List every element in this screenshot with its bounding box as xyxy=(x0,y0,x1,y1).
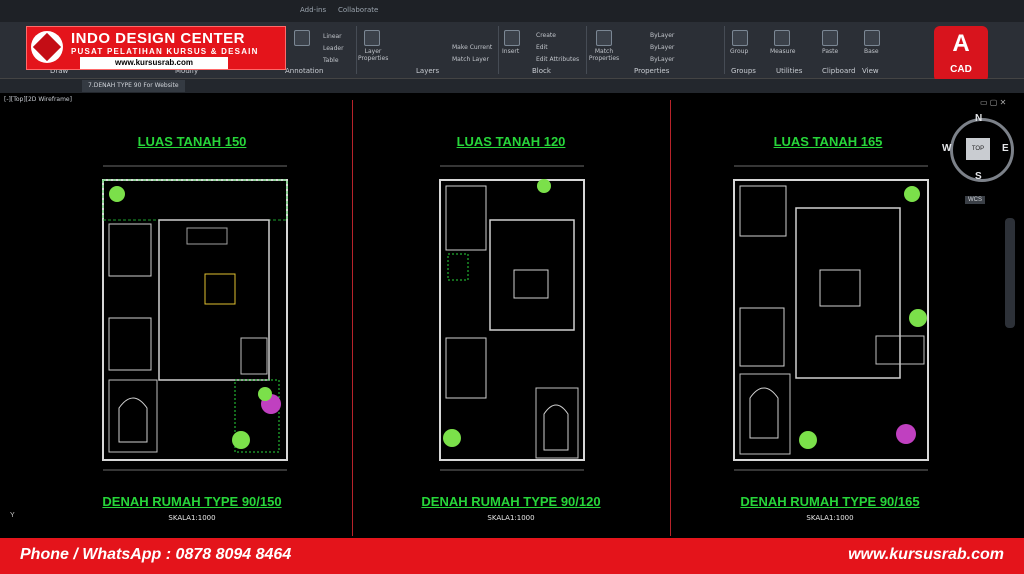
match-properties-icon[interactable] xyxy=(596,30,612,46)
base-icon[interactable] xyxy=(864,30,880,46)
ribbon-separator xyxy=(498,26,499,74)
edit-attributes-button[interactable]: Edit Attributes xyxy=(536,56,579,63)
group-button[interactable]: Group xyxy=(730,48,748,55)
lineweight-dropdown[interactable]: ByLayer xyxy=(650,56,674,63)
autocad-letter: A xyxy=(952,30,970,57)
brand-logo-mark xyxy=(32,32,62,62)
insert-block-icon[interactable] xyxy=(504,30,520,46)
ribbon-separator xyxy=(356,26,357,74)
sheet-divider xyxy=(670,100,671,536)
autocad-logo: A CAD xyxy=(934,26,988,82)
autocad-window: Add-ins Collaborate Linear Leader Table … xyxy=(0,0,1024,574)
linear-button[interactable]: Linear xyxy=(323,33,342,40)
floor-plan-drawing xyxy=(102,165,288,471)
insert-button[interactable]: Insert xyxy=(502,48,519,55)
phone-number: Phone / WhatsApp : 0878 8094 8464 xyxy=(20,546,292,563)
sheet-title: LUAS TANAH 150 xyxy=(137,134,247,149)
file-tab[interactable]: 7.DENAH TYPE 90 For Website xyxy=(82,80,185,92)
plan-name: DENAH RUMAH TYPE 90/150 xyxy=(102,494,282,509)
plan-name: DENAH RUMAH TYPE 90/120 xyxy=(421,494,601,509)
color-dropdown[interactable]: ByLayer xyxy=(650,32,674,39)
floor-plan-drawing xyxy=(439,165,585,471)
plan-scale: SKALA1:1000 xyxy=(806,514,854,522)
table-icon[interactable] xyxy=(294,30,310,46)
file-tab-bar: 7.DENAH TYPE 90 For Website xyxy=(0,79,1024,93)
viewport-controls[interactable]: [-][Top][2D Wireframe] xyxy=(4,96,72,103)
viewport-window-controls[interactable]: ▭ ▢ ✕ xyxy=(980,98,1006,107)
group-label-clipboard[interactable]: Clipboard xyxy=(822,67,855,75)
paste-button[interactable]: Paste xyxy=(822,48,838,55)
viewcube-south[interactable]: S xyxy=(975,171,982,182)
group-label-view[interactable]: View xyxy=(862,67,879,75)
ribbon-separator xyxy=(586,26,587,74)
edit-button[interactable]: Edit xyxy=(536,44,548,51)
wcs-menu[interactable]: WCS xyxy=(965,196,985,204)
brand-url: www.kursusrab.com xyxy=(80,57,228,69)
group-label-properties[interactable]: Properties xyxy=(634,67,669,75)
measure-icon[interactable] xyxy=(774,30,790,46)
group-icon[interactable] xyxy=(732,30,748,46)
ribbon-separator xyxy=(724,26,725,74)
sheet-divider xyxy=(352,100,353,536)
ucs-icon: Y xyxy=(10,512,15,519)
ribbon-tab[interactable]: Collaborate xyxy=(338,6,378,14)
brand-logo xyxy=(31,31,63,63)
sheet-title: LUAS TANAH 120 xyxy=(456,134,566,149)
leader-button[interactable]: Leader xyxy=(323,45,344,52)
layer-properties-icon[interactable] xyxy=(364,30,380,46)
navigation-bar[interactable] xyxy=(1005,218,1015,328)
paste-icon[interactable] xyxy=(822,30,838,46)
group-label-layers[interactable]: Layers xyxy=(416,67,439,75)
sheet-title: LUAS TANAH 165 xyxy=(773,134,883,149)
match-properties-button[interactable]: Match Properties xyxy=(588,48,620,62)
contact-footer: Phone / WhatsApp : 0878 8094 8464 www.ku… xyxy=(0,538,1024,574)
match-layer-button[interactable]: Match Layer xyxy=(452,56,489,63)
brand-title: INDO DESIGN CENTER xyxy=(71,30,246,47)
measure-button[interactable]: Measure xyxy=(770,48,796,55)
ribbon-tab-bar: Add-ins Collaborate xyxy=(0,0,1024,22)
table-button[interactable]: Table xyxy=(323,57,339,64)
group-label-block[interactable]: Block xyxy=(532,67,551,75)
ribbon-tab[interactable]: Add-ins xyxy=(300,6,326,14)
viewcube-east[interactable]: E xyxy=(1002,143,1009,154)
floor-plan-drawing xyxy=(733,165,929,471)
plan-name: DENAH RUMAH TYPE 90/165 xyxy=(740,494,920,509)
group-label-annotation[interactable]: Annotation xyxy=(285,67,323,75)
group-label-groups[interactable]: Groups xyxy=(731,67,756,75)
base-button[interactable]: Base xyxy=(864,48,879,55)
autocad-text: CAD xyxy=(950,64,972,75)
linetype-dropdown[interactable]: ByLayer xyxy=(650,44,674,51)
create-button[interactable]: Create xyxy=(536,32,556,39)
website-url: www.kursusrab.com xyxy=(848,546,1004,563)
plan-scale: SKALA1:1000 xyxy=(168,514,216,522)
viewcube-north[interactable]: N xyxy=(975,113,982,124)
group-label-utilities[interactable]: Utilities xyxy=(776,67,802,75)
brand-subtitle: PUSAT PELATIHAN KURSUS & DESAIN xyxy=(71,47,259,56)
plan-scale: SKALA1:1000 xyxy=(487,514,535,522)
layer-properties-button[interactable]: Layer Properties xyxy=(358,48,388,62)
make-current-button[interactable]: Make Current xyxy=(452,44,492,51)
